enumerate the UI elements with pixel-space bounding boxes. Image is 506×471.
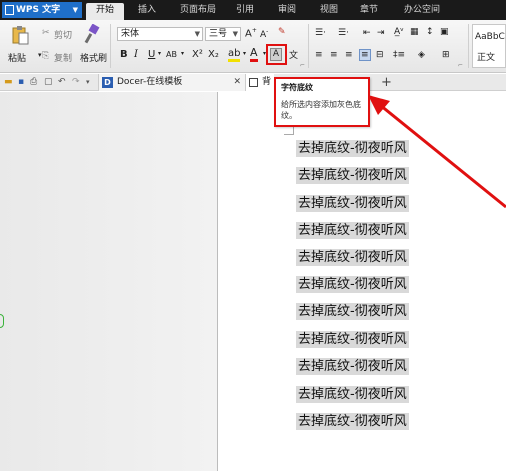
paste-button[interactable]: 粘贴 xyxy=(8,51,26,64)
phonetic-guide-icon[interactable]: 文 xyxy=(289,48,298,61)
align-left-icon[interactable]: ≡ xyxy=(315,50,323,60)
chevron-down-icon[interactable]: ▾ xyxy=(181,50,184,57)
table-icon[interactable]: ▦ xyxy=(410,27,419,37)
scissors-icon[interactable]: ✂ xyxy=(42,28,50,38)
document-line[interactable]: 去掉底纹-彻夜听风 xyxy=(296,331,409,348)
cut-button[interactable]: 剪切 xyxy=(54,28,72,41)
save-icon[interactable]: ▪ xyxy=(18,74,24,91)
show-marks-icon[interactable]: ▣ xyxy=(440,27,449,37)
paste-icon[interactable] xyxy=(11,25,29,45)
font-name-value: 宋体 xyxy=(121,29,140,39)
bold-icon[interactable]: B xyxy=(120,49,128,60)
subscript-icon[interactable]: X₂ xyxy=(208,49,219,60)
chevron-down-icon: ▼ xyxy=(72,6,78,14)
bullet-list-icon[interactable]: ☰· xyxy=(315,28,326,38)
font-name-select[interactable]: 宋体 ▼ xyxy=(117,27,203,41)
annotation-highlight-box xyxy=(266,44,287,65)
open-folder-icon[interactable]: ▬ xyxy=(4,74,13,91)
tab-office-space[interactable]: 办公空间 xyxy=(394,3,450,20)
font-dialog-launcher-icon[interactable]: ⌐ xyxy=(300,62,305,69)
font-color-icon[interactable]: A xyxy=(250,47,258,62)
style-name: 正文 xyxy=(477,53,496,63)
underline-icon[interactable]: U xyxy=(148,49,155,60)
decrease-indent-icon[interactable]: ⇤ xyxy=(363,28,371,38)
grow-font-icon[interactable]: A+ xyxy=(245,27,257,39)
divider xyxy=(308,24,309,68)
ribbon: 粘贴 ▾ ✂ 剪切 ⎘ 复制 格式刷 宋体 ▼ 三号 ▼ A+ A- ✎ B I… xyxy=(0,20,506,73)
chevron-down-icon[interactable]: ▾ xyxy=(38,51,42,59)
chevron-down-icon: ▼ xyxy=(194,30,200,38)
undo-icon[interactable]: ↶ xyxy=(58,74,66,91)
increase-indent-icon[interactable]: ⇥ xyxy=(377,28,385,38)
copy-button[interactable]: 复制 xyxy=(54,51,72,64)
docer-logo-icon: D xyxy=(102,77,113,88)
tab-view[interactable]: 视图 xyxy=(312,3,346,20)
tooltip-character-shading: 字符底纹 给所选内容添加灰色底纹。 xyxy=(274,77,370,127)
tab-home[interactable]: 开始 xyxy=(86,3,124,20)
align-right-icon[interactable]: ≡ xyxy=(345,50,353,60)
document-line[interactable]: 去掉底纹-彻夜听风 xyxy=(296,386,409,403)
paragraph-shading-icon[interactable]: ◈ xyxy=(418,50,425,60)
styles-gallery[interactable]: AaBbC 正文 xyxy=(472,24,506,68)
tab-current-document[interactable]: 背 xyxy=(246,74,274,91)
redo-icon[interactable]: ↷ xyxy=(72,74,80,91)
shrink-font-icon[interactable]: A- xyxy=(260,28,268,40)
divider xyxy=(468,24,469,68)
italic-icon[interactable]: I xyxy=(134,49,138,60)
clear-format-icon[interactable]: ✎ xyxy=(278,27,286,37)
tab-docer-templates[interactable]: D Docer-在线模板 ✕ xyxy=(98,74,246,91)
customize-toolbar-icon[interactable]: ▾ xyxy=(86,74,90,91)
wps-logo-icon xyxy=(5,5,14,15)
document-line[interactable]: 去掉底纹-彻夜听风 xyxy=(296,358,409,375)
quick-access-and-tabs: ▬ ▪ ⎙ ▢ ↶ ↷ ▾ D Docer-在线模板 ✕ 背 + xyxy=(0,74,506,91)
tab-review[interactable]: 审阅 xyxy=(270,3,304,20)
chinese-layout-icon[interactable]: A̲ᵛ xyxy=(394,27,404,37)
document-line[interactable]: 去掉底纹-彻夜听风 xyxy=(296,413,409,430)
tab-insert[interactable]: 插入 xyxy=(130,3,164,20)
menu-bar: WPS 文字 ▼ 开始 插入 页面布局 引用 审阅 视图 章节 办公空间 xyxy=(0,0,506,20)
annotation-arrow-icon xyxy=(368,95,506,209)
tab-page-layout[interactable]: 页面布局 xyxy=(170,3,226,20)
document-line[interactable]: 去掉底纹-彻夜听风 xyxy=(296,276,409,293)
font-size-select[interactable]: 三号 ▼ xyxy=(205,27,241,41)
font-size-value: 三号 xyxy=(209,29,228,39)
new-tab-icon[interactable]: + xyxy=(381,74,392,91)
tab-current-document-label: 背 xyxy=(262,77,272,87)
app-name: WPS 文字 xyxy=(16,5,61,15)
style-sample: AaBbC xyxy=(475,32,505,42)
tab-docer-label: Docer-在线模板 xyxy=(117,77,183,87)
copy-icon[interactable]: ⎘ xyxy=(42,51,49,61)
highlight-icon[interactable]: ab xyxy=(228,48,241,62)
line-spacing-icon[interactable]: ‡≡ xyxy=(393,50,405,60)
divider xyxy=(110,24,111,68)
document-line[interactable]: 去掉底纹-彻夜听风 xyxy=(296,249,409,266)
app-menu-button[interactable]: WPS 文字 ▼ xyxy=(2,2,82,18)
close-icon[interactable]: ✕ xyxy=(233,74,241,91)
document-icon xyxy=(249,78,258,87)
panel-handle[interactable] xyxy=(0,314,4,328)
align-center-icon[interactable]: ≡ xyxy=(330,50,338,60)
numbered-list-icon[interactable]: ☰· xyxy=(338,28,349,38)
paragraph-dialog-launcher-icon[interactable]: ⌐ xyxy=(458,62,463,69)
chevron-down-icon[interactable]: ▾ xyxy=(158,50,161,57)
print-preview-icon[interactable]: ▢ xyxy=(44,74,53,91)
left-gray-area xyxy=(0,92,218,471)
justify-icon[interactable]: ≡ xyxy=(359,49,371,61)
format-painter-button[interactable]: 格式刷 xyxy=(80,51,107,64)
sort-icon[interactable]: ↕ xyxy=(426,27,434,37)
borders-icon[interactable]: ⊞ xyxy=(442,50,450,60)
tooltip-text: 给所选内容添加灰色底纹。 xyxy=(281,100,361,120)
chevron-down-icon: ▼ xyxy=(232,30,238,38)
tab-references[interactable]: 引用 xyxy=(230,3,260,20)
brush-icon[interactable] xyxy=(84,24,100,44)
superscript-icon[interactable]: X² xyxy=(192,49,203,60)
print-icon[interactable]: ⎙ xyxy=(30,74,37,91)
distributed-align-icon[interactable]: ⊟ xyxy=(376,50,384,60)
document-line[interactable]: 去掉底纹-彻夜听风 xyxy=(296,303,409,320)
document-line[interactable]: 去掉底纹-彻夜听风 xyxy=(296,222,409,239)
tooltip-title: 字符底纹 xyxy=(281,83,313,92)
tab-chapter[interactable]: 章节 xyxy=(352,3,386,20)
strikethrough-icon[interactable]: AB xyxy=(166,50,177,59)
chevron-down-icon[interactable]: ▾ xyxy=(243,50,246,57)
